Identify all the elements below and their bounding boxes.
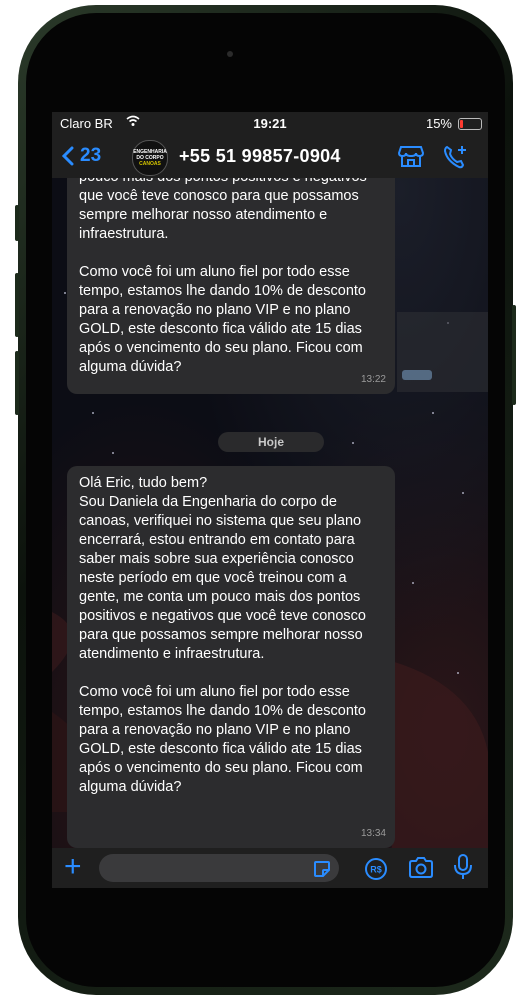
whatsapp-screen: Claro BR 19:21 15% 23 ENGENHARIA DO CORP…	[52, 112, 488, 888]
message-list[interactable]: pouco mais dos pontos positivos e negati…	[52, 178, 488, 848]
message-text: Olá Eric, tudo bem? Sou Daniela da Engen…	[79, 475, 366, 662]
date-divider: Hoje	[218, 432, 324, 452]
front-camera	[227, 51, 233, 57]
message-bubble[interactable]: pouco mais dos pontos positivos e negati…	[67, 178, 395, 394]
contact-name[interactable]: +55 51 99857-0904	[179, 146, 341, 167]
message-time: 13:22	[360, 374, 386, 385]
microphone-icon[interactable]	[454, 854, 472, 885]
composer-bar: + R$	[52, 848, 488, 888]
status-bar: Claro BR 19:21 15%	[52, 112, 488, 136]
chevron-left-icon	[62, 146, 74, 166]
message-time: 13:34	[360, 828, 386, 839]
battery-icon	[458, 118, 482, 130]
volume-down-button	[15, 351, 19, 415]
unread-count: 23	[80, 145, 102, 166]
mute-switch	[15, 205, 19, 241]
battery-percent: 15%	[425, 116, 452, 131]
message-input[interactable]	[99, 854, 339, 882]
message-text: Como você foi um aluno fiel por todo ess…	[79, 684, 371, 795]
clock: 19:21	[253, 116, 287, 131]
sticker-icon[interactable]	[313, 860, 331, 883]
payment-icon[interactable]: R$	[364, 857, 388, 886]
message-text: pouco mais dos pontos positivos e negati…	[79, 178, 367, 242]
volume-up-button	[15, 273, 19, 337]
plus-icon[interactable]: +	[64, 852, 82, 882]
camera-icon[interactable]	[408, 857, 434, 884]
storefront-icon[interactable]	[397, 144, 425, 173]
phone-add-icon[interactable]	[442, 144, 468, 175]
power-button	[512, 305, 516, 405]
contact-avatar[interactable]: ENGENHARIA DO CORPO CANOAS	[132, 140, 168, 176]
message-bubble[interactable]: Olá Eric, tudo bem? Sou Daniela da Engen…	[67, 466, 395, 848]
back-button[interactable]: 23	[62, 145, 101, 167]
chat-header: 23 ENGENHARIA DO CORPO CANOAS +55 51 998…	[52, 136, 488, 178]
avatar-text-line: CANOAS	[139, 161, 161, 167]
message-text: Como você foi um aluno fiel por todo ess…	[79, 264, 371, 375]
svg-text:R$: R$	[370, 865, 382, 875]
